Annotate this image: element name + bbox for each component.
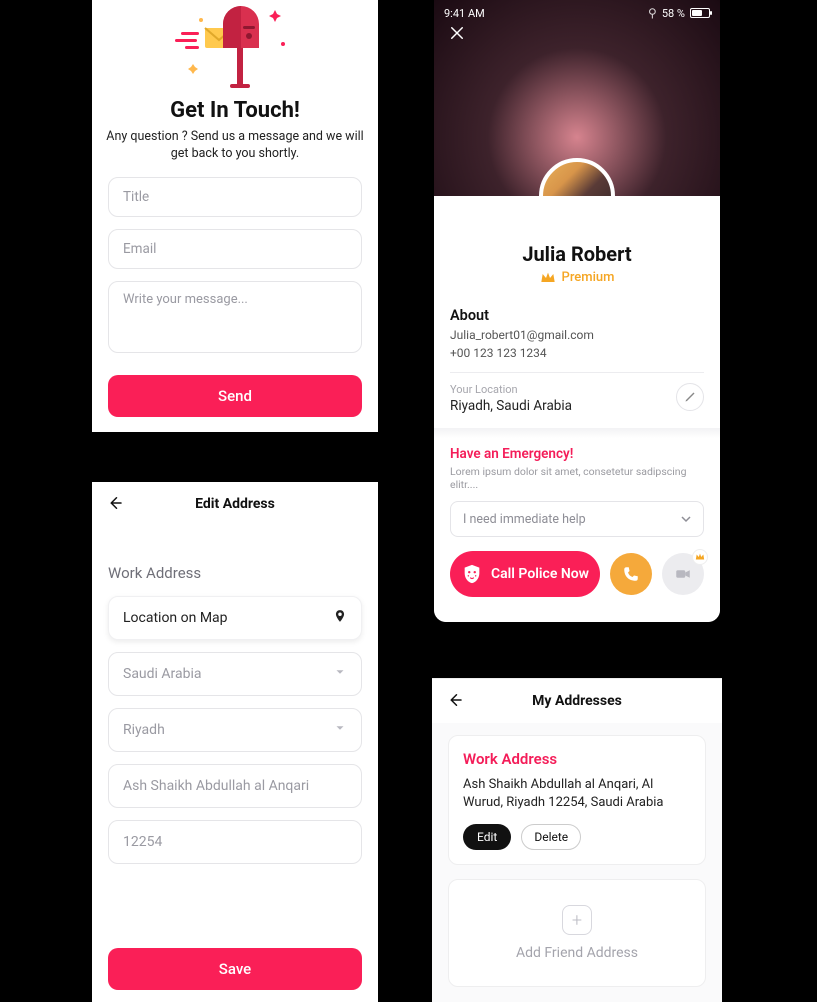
arrow-left-icon <box>106 494 124 512</box>
my-addresses-screen: My Addresses Work Address Ash Shaikh Abd… <box>432 678 722 1002</box>
header: My Addresses <box>432 679 722 723</box>
map-label: Location on Map <box>123 610 228 626</box>
contact-screen: Get In Touch! Any question ? Send us a m… <box>92 0 378 432</box>
address-card-title: Work Address <box>463 750 691 768</box>
edit-location-button[interactable] <box>676 383 704 411</box>
emergency-subtitle: Lorem ipsum dolor sit amet, consetetur s… <box>450 465 704 491</box>
postal-field[interactable] <box>123 834 347 850</box>
battery-pct: 58 % <box>662 7 685 20</box>
profile-sheet: Julia Robert Premium About Julia_robert0… <box>434 196 720 622</box>
back-button[interactable] <box>446 691 464 713</box>
premium-badge: Premium <box>434 270 720 285</box>
about-heading: About <box>450 307 704 324</box>
mailbox-illustration <box>92 4 378 90</box>
chevron-down-icon <box>681 514 691 524</box>
location-label: Your Location <box>450 383 704 396</box>
title-input[interactable] <box>108 177 362 217</box>
location-value: Riyadh, Saudi Arabia <box>450 398 704 414</box>
battery-icon <box>690 8 710 18</box>
premium-corner-badge <box>692 549 708 565</box>
location-on-map-button[interactable]: Location on Map <box>108 596 362 640</box>
country-value: Saudi Arabia <box>123 666 202 682</box>
country-select[interactable]: Saudi Arabia <box>108 652 362 696</box>
city-value: Riyadh <box>123 722 165 738</box>
help-select[interactable]: I need immediate help <box>450 501 704 537</box>
close-icon[interactable] <box>448 24 466 46</box>
page-title: My Addresses <box>532 693 622 709</box>
address-text: Ash Shaikh Abdullah al Anqari, Al Wurud,… <box>463 776 691 812</box>
video-button[interactable] <box>662 553 704 595</box>
profile-name: Julia Robert <box>434 242 720 266</box>
profile-phone: +00 123 123 1234 <box>450 346 704 360</box>
call-police-button[interactable]: Call Police Now <box>450 551 600 597</box>
add-address-button[interactable]: + Add Friend Address <box>448 879 706 987</box>
help-select-value: I need immediate help <box>463 512 586 527</box>
contact-title: Get In Touch! <box>92 98 378 123</box>
divider <box>434 428 720 438</box>
pencil-icon <box>684 391 696 403</box>
profile-screen: 9:41 AM ⚲ 58 % Julia Robert Premium Abou… <box>434 0 720 622</box>
phone-icon <box>622 565 640 583</box>
chevron-down-icon <box>333 665 347 683</box>
video-icon <box>674 565 692 583</box>
pin-icon <box>333 609 347 627</box>
postal-input[interactable] <box>108 820 362 864</box>
status-bar: 9:41 AM ⚲ 58 % <box>434 4 720 22</box>
city-select[interactable]: Riyadh <box>108 708 362 752</box>
email-input[interactable] <box>108 229 362 269</box>
status-time: 9:41 AM <box>444 7 485 20</box>
chevron-down-icon <box>333 721 347 739</box>
back-button[interactable] <box>106 494 124 516</box>
message-textarea[interactable] <box>108 281 362 353</box>
plus-icon: + <box>562 905 592 935</box>
phone-button[interactable] <box>610 553 652 595</box>
crown-icon <box>540 271 556 285</box>
contact-subtitle: Any question ? Send us a message and we … <box>106 129 364 163</box>
street-field[interactable] <box>123 778 347 794</box>
delete-button[interactable]: Delete <box>521 824 581 850</box>
edit-address-screen: Edit Address Work Address Location on Ma… <box>92 482 378 1002</box>
call-police-label: Call Police Now <box>491 566 589 582</box>
header: Edit Address <box>92 482 378 526</box>
address-card: Work Address Ash Shaikh Abdullah al Anqa… <box>448 735 706 865</box>
edit-button[interactable]: Edit <box>463 824 511 850</box>
arrow-left-icon <box>446 691 464 709</box>
emergency-heading: Have an Emergency! <box>450 446 704 462</box>
shield-icon <box>461 563 483 585</box>
profile-email: Julia_robert01@gmail.com <box>450 328 704 342</box>
save-button[interactable]: Save <box>108 948 362 990</box>
page-title: Edit Address <box>195 496 275 512</box>
section-label: Work Address <box>108 564 362 582</box>
premium-label: Premium <box>562 270 615 285</box>
bluetooth-icon: ⚲ <box>648 6 657 20</box>
send-button[interactable]: Send <box>108 375 362 417</box>
add-address-label: Add Friend Address <box>516 945 638 961</box>
street-input[interactable] <box>108 764 362 808</box>
